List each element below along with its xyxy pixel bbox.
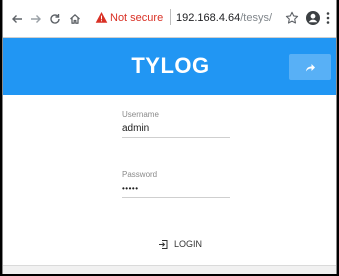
address-bar-url[interactable]: 192.168.4.64/tesys/ (176, 11, 272, 25)
app-title: TYLOG (131, 53, 210, 78)
login-icon (159, 239, 168, 249)
home-icon[interactable] (67, 9, 83, 29)
username-label: Username (122, 110, 159, 119)
app-header: TYLOG (3, 38, 336, 95)
password-underline (122, 197, 230, 198)
back-icon[interactable] (9, 9, 25, 29)
password-input[interactable]: ••••• (122, 184, 230, 196)
browser-toolbar: Not secure 192.168.4.64/tesys/ (3, 0, 336, 38)
login-button[interactable]: LOGIN (158, 236, 202, 252)
browser-window: Not secure 192.168.4.64/tesys/ TYLOG Use… (2, 0, 337, 274)
bottom-bar (3, 265, 336, 274)
forward-icon[interactable] (28, 9, 44, 29)
password-label: Password (122, 170, 158, 179)
security-status-label[interactable]: Not secure (110, 11, 163, 25)
username-underline (122, 137, 230, 138)
address-separator (170, 9, 171, 25)
menu-icon[interactable] (325, 10, 331, 26)
account-icon[interactable] (305, 10, 321, 26)
reload-icon[interactable] (47, 9, 63, 29)
url-path: /tesys/ (240, 12, 273, 24)
star-icon[interactable] (285, 11, 299, 25)
url-host: 192.168.4.64 (176, 12, 241, 24)
login-form: Username Password ••••• LOGIN (3, 95, 336, 265)
share-arrow-icon (306, 64, 315, 72)
header-action-button[interactable] (289, 54, 331, 80)
login-button-label: LOGIN (174, 239, 203, 249)
warning-icon (95, 12, 108, 23)
username-input[interactable] (122, 122, 230, 135)
